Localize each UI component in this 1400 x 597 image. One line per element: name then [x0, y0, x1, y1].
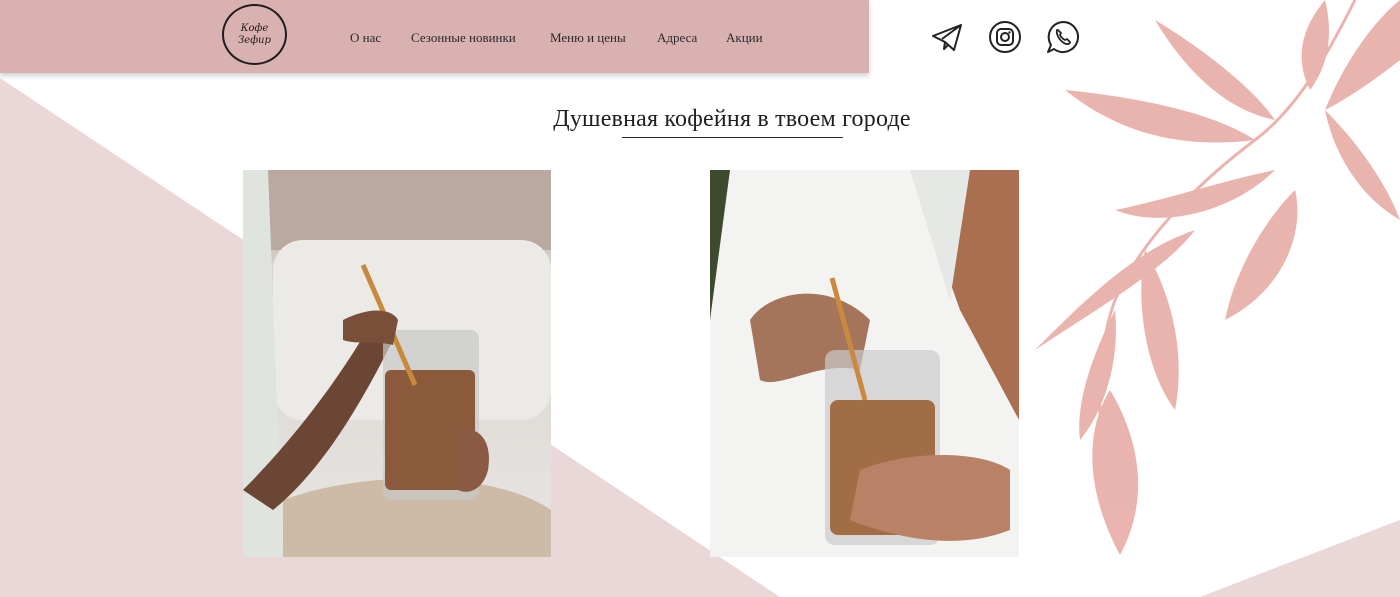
- page-title: Душевная кофейня в твоем городе: [553, 106, 911, 132]
- whatsapp-icon[interactable]: [1046, 20, 1080, 54]
- nav-item-addresses[interactable]: Адреса: [657, 30, 697, 46]
- telegram-icon[interactable]: [930, 20, 964, 54]
- instagram-icon[interactable]: [988, 20, 1022, 54]
- leaf-branch-decoration: [1035, 0, 1400, 555]
- iced-coffee-photo-2: [710, 170, 1019, 557]
- nav-item-seasonal[interactable]: Сезонные новинки: [411, 30, 516, 46]
- header-bar: Кофе Зефир О нас Сезонные новинки Меню и…: [0, 0, 869, 73]
- nav-item-promos[interactable]: Акции: [726, 30, 763, 46]
- iced-coffee-photo-1: [243, 170, 551, 557]
- nav-item-menu[interactable]: Меню и цены: [550, 30, 626, 46]
- main-nav: О нас Сезонные новинки Меню и цены Адрес…: [0, 30, 869, 48]
- nav-item-about[interactable]: О нас: [350, 30, 381, 46]
- title-underline: [622, 137, 843, 138]
